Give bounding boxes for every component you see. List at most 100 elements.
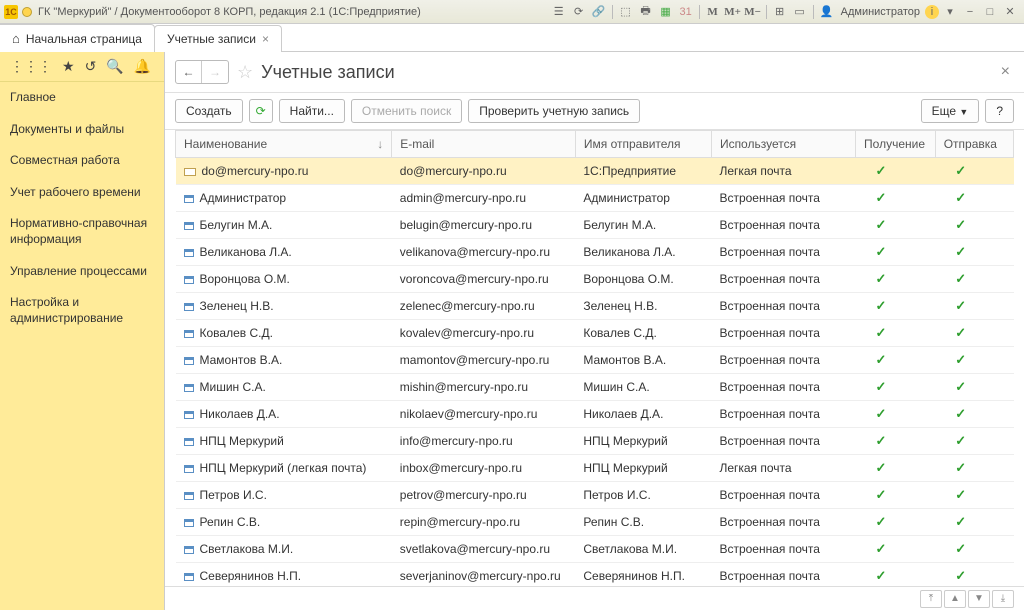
search-icon[interactable]: 🔍 xyxy=(106,58,123,75)
toolbar-icon-4[interactable]: ⬚ xyxy=(617,3,635,21)
row-used: Легкая почта xyxy=(711,455,855,482)
bell-icon[interactable]: 🔔 xyxy=(134,58,151,75)
history-icon[interactable]: ↺ xyxy=(85,58,97,75)
sidebar: ⋮⋮⋮ ★ ↺ 🔍 🔔 ГлавноеДокументы и файлыСовм… xyxy=(0,52,165,610)
row-name: НПЦ Меркурий (легкая почта) xyxy=(200,461,367,475)
sidebar-item-2[interactable]: Совместная работа xyxy=(0,145,164,177)
find-button[interactable]: Найти... xyxy=(279,99,345,123)
favorite-star-icon[interactable]: ☆ xyxy=(237,62,253,83)
sidebar-item-0[interactable]: Главное xyxy=(0,82,164,114)
minimize-icon[interactable]: − xyxy=(961,3,979,21)
check-icon: ✓ xyxy=(876,433,887,448)
row-sender: Репин С.В. xyxy=(575,509,711,536)
help-button[interactable]: ? xyxy=(985,99,1014,123)
account-icon xyxy=(184,249,194,257)
table-row[interactable]: Мамонтов В.А.mamontov@mercury-npo.ruМамо… xyxy=(176,347,1014,374)
sidebar-item-4[interactable]: Нормативно-справочная информация xyxy=(0,208,164,255)
row-sender: Воронцова О.М. xyxy=(575,266,711,293)
col-recv[interactable]: Получение xyxy=(856,131,936,158)
account-icon xyxy=(184,519,194,527)
sidebar-item-1[interactable]: Документы и файлы xyxy=(0,114,164,146)
row-sender: 1С:Предприятие xyxy=(575,158,711,185)
row-send: ✓ xyxy=(935,266,1013,293)
row-used: Встроенная почта xyxy=(711,293,855,320)
search-titlebar-icon[interactable]: ▭ xyxy=(791,3,809,21)
row-send: ✓ xyxy=(935,212,1013,239)
table-row[interactable]: НПЦ Меркурийinfo@mercury-npo.ruНПЦ Мерку… xyxy=(176,428,1014,455)
table-row[interactable]: Северянинов Н.П.severjaninov@mercury-npo… xyxy=(176,563,1014,587)
col-used[interactable]: Используется xyxy=(711,131,855,158)
table-row[interactable]: Мишин С.А.mishin@mercury-npo.ruМишин С.А… xyxy=(176,374,1014,401)
row-sender: Петров И.С. xyxy=(575,482,711,509)
calendar-icon[interactable]: ▦ xyxy=(657,3,675,21)
m-button[interactable]: M xyxy=(704,3,722,21)
m-plus-button[interactable]: M+ xyxy=(724,3,742,21)
nav-back-button[interactable]: ← xyxy=(176,61,202,83)
check-icon: ✓ xyxy=(955,379,966,394)
row-email: svetlakova@mercury-npo.ru xyxy=(392,536,576,563)
apps-icon[interactable]: ⋮⋮⋮ xyxy=(10,58,52,75)
close-window-icon[interactable]: ✕ xyxy=(1001,3,1019,21)
scroll-up-button[interactable]: ▲ xyxy=(944,590,966,608)
table-row[interactable]: Администраторadmin@mercury-npo.ruАдминис… xyxy=(176,185,1014,212)
check-icon: ✓ xyxy=(955,325,966,340)
toolbar-icon-3[interactable]: 🔗 xyxy=(590,3,608,21)
table-row[interactable]: Николаев Д.А.nikolaev@mercury-npo.ruНико… xyxy=(176,401,1014,428)
table-row[interactable]: Петров И.С.petrov@mercury-npo.ruПетров И… xyxy=(176,482,1014,509)
row-send: ✓ xyxy=(935,158,1013,185)
row-name: Ковалев С.Д. xyxy=(200,326,273,340)
account-icon xyxy=(184,357,194,365)
table-row[interactable]: do@mercury-npo.rudo@mercury-npo.ru1С:Пре… xyxy=(176,158,1014,185)
m-minus-button[interactable]: M− xyxy=(744,3,762,21)
scroll-down-button[interactable]: ▼ xyxy=(968,590,990,608)
close-page-icon[interactable]: × xyxy=(997,63,1014,81)
tab-close-icon[interactable]: × xyxy=(262,32,269,46)
more-button[interactable]: Еще ▼ xyxy=(921,99,980,123)
sidebar-item-3[interactable]: Учет рабочего времени xyxy=(0,177,164,209)
col-send[interactable]: Отправка xyxy=(935,131,1013,158)
create-button[interactable]: Создать xyxy=(175,99,243,123)
sidebar-item-5[interactable]: Управление процессами xyxy=(0,256,164,288)
table-row[interactable]: Воронцова О.М.voroncova@mercury-npo.ruВо… xyxy=(176,266,1014,293)
table-row[interactable]: Репин С.В.repin@mercury-npo.ruРепин С.В.… xyxy=(176,509,1014,536)
table-row[interactable]: Ковалев С.Д.kovalev@mercury-npo.ruКовале… xyxy=(176,320,1014,347)
row-sender: Зеленец Н.В. xyxy=(575,293,711,320)
scroll-top-button[interactable]: ⤒ xyxy=(920,590,942,608)
account-icon xyxy=(184,384,194,392)
col-name[interactable]: Наименование↓ xyxy=(176,131,392,158)
check-account-button[interactable]: Проверить учетную запись xyxy=(468,99,640,123)
info-icon[interactable]: i xyxy=(925,5,939,19)
row-email: kovalev@mercury-npo.ru xyxy=(392,320,576,347)
refresh-button[interactable]: ⟳ xyxy=(249,99,273,123)
maximize-icon[interactable]: □ xyxy=(981,3,999,21)
check-icon: ✓ xyxy=(876,379,887,394)
check-icon: ✓ xyxy=(955,460,966,475)
table-row[interactable]: НПЦ Меркурий (легкая почта)inbox@mercury… xyxy=(176,455,1014,482)
nav-forward-button[interactable]: → xyxy=(202,61,228,83)
row-used: Встроенная почта xyxy=(711,239,855,266)
user-label[interactable]: Администратор xyxy=(837,6,924,18)
account-icon xyxy=(184,438,194,446)
table-row[interactable]: Великанова Л.А.velikanova@mercury-npo.ru… xyxy=(176,239,1014,266)
print-icon[interactable]: 🖶 xyxy=(637,3,655,21)
dropdown-titlebar-icon[interactable]: ▾ xyxy=(941,3,959,21)
star-icon[interactable]: ★ xyxy=(62,58,75,75)
window-icon[interactable]: ⊞ xyxy=(771,3,789,21)
table-row[interactable]: Светлакова М.И.svetlakova@mercury-npo.ru… xyxy=(176,536,1014,563)
tab-home[interactable]: ⌂ Начальная страница xyxy=(0,24,155,52)
check-icon: ✓ xyxy=(955,433,966,448)
toolbar-icon-2[interactable]: ⟳ xyxy=(570,3,588,21)
row-send: ✓ xyxy=(935,347,1013,374)
tab-accounts[interactable]: Учетные записи × xyxy=(154,25,282,52)
date-icon[interactable]: 31 xyxy=(677,3,695,21)
sidebar-item-6[interactable]: Настройка и администрирование xyxy=(0,287,164,334)
toolbar-icon-1[interactable]: ☰ xyxy=(550,3,568,21)
table-row[interactable]: Белугин М.А.belugin@mercury-npo.ruБелуги… xyxy=(176,212,1014,239)
scroll-bottom-button[interactable]: ⤓ xyxy=(992,590,1014,608)
check-icon: ✓ xyxy=(876,298,887,313)
table-row[interactable]: Зеленец Н.В.zelenec@mercury-npo.ruЗелене… xyxy=(176,293,1014,320)
row-send: ✓ xyxy=(935,482,1013,509)
col-sender[interactable]: Имя отправителя xyxy=(575,131,711,158)
status-dot-icon xyxy=(22,7,32,17)
col-email[interactable]: E-mail xyxy=(392,131,576,158)
